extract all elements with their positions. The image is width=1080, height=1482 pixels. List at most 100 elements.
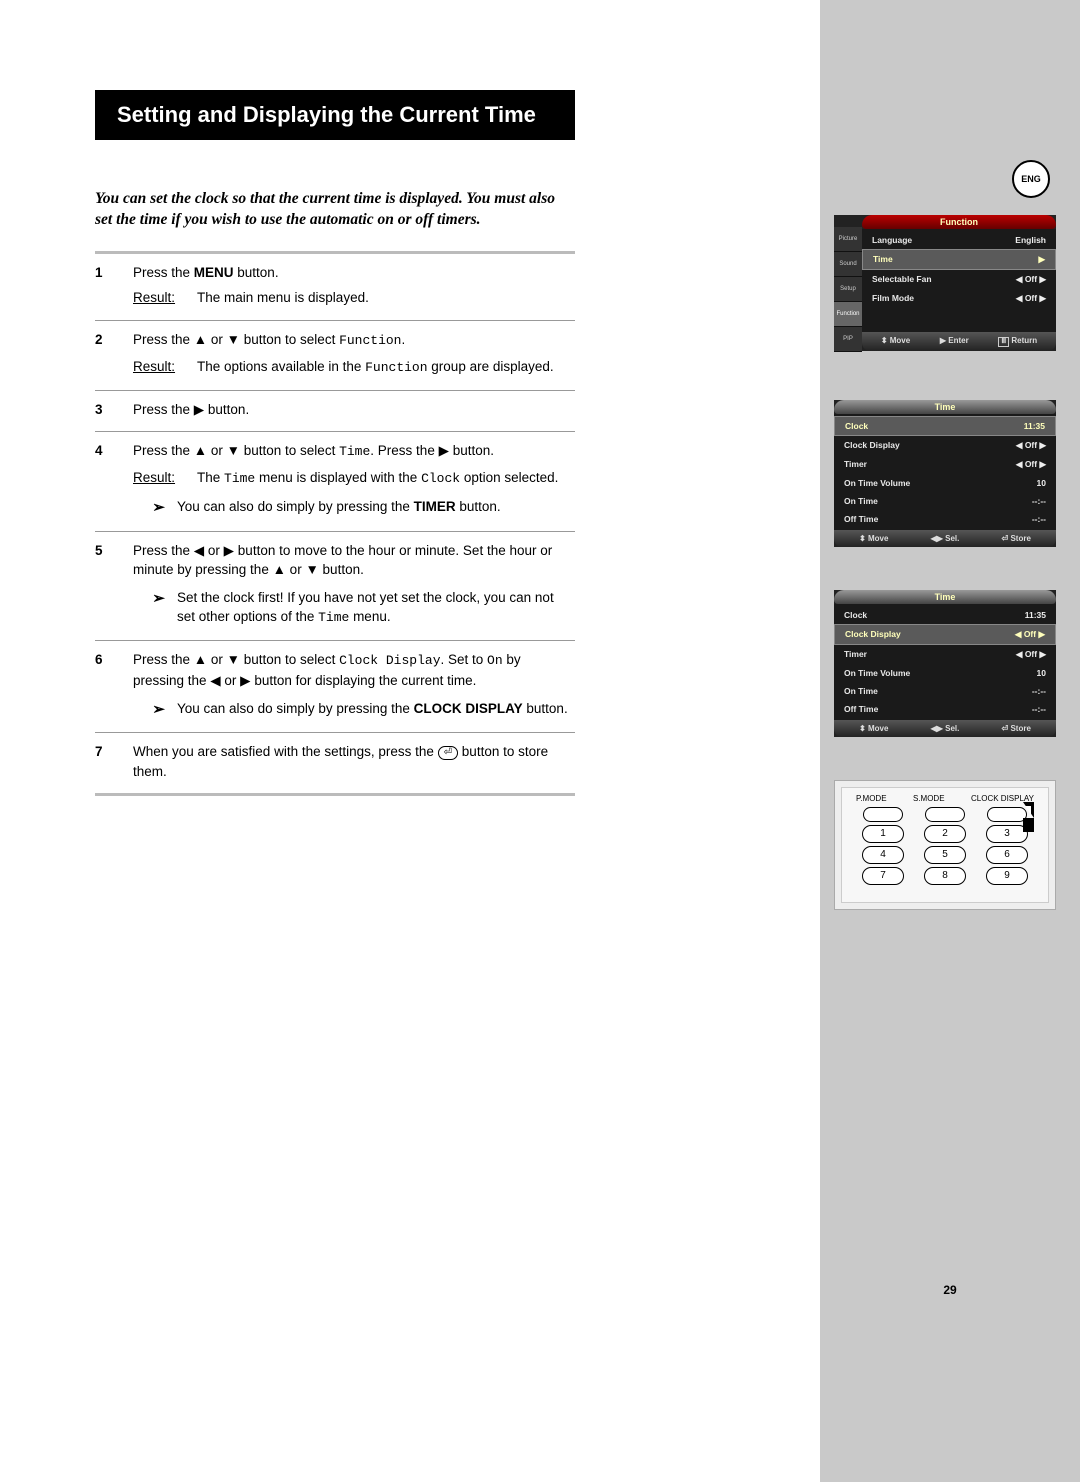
osd-row-film: Film Mode ◀ Off ▶ (862, 289, 1056, 308)
step-number: 4 (95, 441, 125, 518)
osd-tab-sound: Sound (834, 252, 862, 277)
osd-row-label: Clock (845, 421, 868, 431)
mono-text: Function (339, 333, 401, 348)
remote-button-smode[interactable] (925, 807, 965, 822)
updown-icon: ⬍ (859, 534, 866, 543)
mono-text: Function (365, 360, 427, 375)
pointer-wedge-inner (1025, 806, 1031, 815)
result-row: Result: The options available in the Fun… (133, 357, 575, 378)
store-icon: ⏎ (1002, 724, 1009, 733)
osd-row-value: --:-- (1032, 514, 1046, 524)
remote-button-3[interactable]: 3 (986, 825, 1028, 843)
osd-title: Time (834, 400, 1056, 414)
osd-row-clock: Clock 11:35 (834, 606, 1056, 624)
remote-row: 4 5 6 (852, 846, 1038, 864)
result-row: Result: The Time menu is displayed with … (133, 468, 575, 489)
remote-button-4[interactable]: 4 (862, 846, 904, 864)
osd-title: Function (862, 215, 1056, 229)
osd-row-label: Selectable Fan (872, 274, 932, 285)
right-icon: ▶ (940, 336, 946, 345)
osd-footer: ⬍ Move ▶ Enter Ⅲ Return (862, 332, 1056, 351)
osd-footer-move: ⬍ Move (859, 534, 888, 543)
remote-button-pmode[interactable] (863, 807, 903, 822)
osd-footer-sel: ◀▶ Sel. (931, 724, 960, 733)
step-5: 5 Press the ◀ or ▶ button to move to the… (95, 531, 575, 641)
osd-row-value: --:-- (1032, 686, 1046, 696)
store-button-icon: ⏎ (438, 746, 458, 760)
step-body: Press the ▲ or ▼ button to select Clock … (133, 650, 575, 720)
side-panel: ENG Picture Sound Setup Function PIP Fun… (820, 0, 1080, 1482)
result-text: The Time menu is displayed with the Cloc… (197, 468, 575, 489)
remote-illustration: P.MODE S.MODE CLOCK DISPLAY 1 2 3 4 5 (834, 780, 1056, 910)
step-2: 2 Press the ▲ or ▼ button to select Func… (95, 320, 575, 390)
osd-row-value: 11:35 (1025, 610, 1046, 620)
page-number: 29 (820, 1283, 1080, 1297)
remote-labels: P.MODE S.MODE CLOCK DISPLAY (852, 794, 1038, 803)
updown-icon: ⬍ (859, 724, 866, 733)
step-body: Press the ◀ or ▶ button to move to the h… (133, 541, 575, 629)
osd-row-clockdisplay: Clock Display◀ Off ▶ (834, 624, 1056, 645)
remote-row (852, 807, 1038, 822)
osd-row-value: English (1015, 235, 1046, 245)
osd-footer-store: ⏎ Store (1002, 534, 1031, 543)
step-3: 3 Press the ▶ button. (95, 390, 575, 432)
osd-row-clock: Clock 11:35 (834, 416, 1056, 436)
osd-row-value: 10 (1037, 478, 1046, 488)
osd-row-clockdisplay: Clock Display◀ Off ▶ (834, 436, 1056, 455)
osd-footer-return: Ⅲ Return (998, 336, 1037, 347)
osd-body: Clock 11:35 Clock Display◀ Off ▶ Timer ◀ O… (834, 604, 1056, 720)
result-label: Result: (133, 468, 185, 489)
remote-row: 1 2 3 (852, 825, 1038, 843)
step-number: 3 (95, 400, 125, 420)
remote-button-7[interactable]: 7 (862, 867, 904, 885)
osd-row-value: ◀ Off ▶ (1016, 293, 1046, 304)
osd-row-value: 11:35 (1024, 421, 1045, 431)
mono-text: Clock Display (339, 653, 440, 668)
remote-button-9[interactable]: 9 (986, 867, 1028, 885)
osd-time-menu-1: Time Clock11:35 Clock Display◀ Off ▶ Tim… (834, 400, 1056, 547)
step-7: 7 When you are satisfied with the settin… (95, 732, 575, 796)
osd-row-label: Clock (844, 610, 867, 620)
title-block: Setting and Displaying the Current Time (95, 90, 575, 140)
osd-body: LanguageEnglish Time▶ Selectable Fan◀ Of… (862, 229, 1056, 332)
osd-row-label: Film Mode (872, 293, 914, 304)
step-6: 6 Press the ▲ or ▼ button to select Cloc… (95, 640, 575, 732)
step-body: Press the MENU button. Result: The main … (133, 263, 575, 308)
note-text: You can also do simply by pressing the C… (177, 699, 575, 721)
mono-text: Clock (421, 471, 460, 486)
osd-row-label: Clock Display (845, 629, 901, 640)
step-number: 2 (95, 330, 125, 378)
result-label: Result: (133, 357, 185, 378)
remote-button-2[interactable]: 2 (924, 825, 966, 843)
remote-button-6[interactable]: 6 (986, 846, 1028, 864)
note-row: ➢ Set the clock first! If you have not y… (133, 588, 575, 628)
result-text: The options available in the Function gr… (197, 357, 575, 378)
osd-tab-setup: Setup (834, 277, 862, 302)
step-text: Press the ▲ or ▼ button to select Clock … (133, 650, 575, 690)
leftright-icon: ◀▶ (931, 534, 943, 543)
osd-row-volume: On Time Volume10 (834, 664, 1056, 682)
intro-text: You can set the clock so that the curren… (95, 188, 575, 231)
osd-footer-store: ⏎ Store (1002, 724, 1031, 733)
step-text: Press the ▲ or ▼ button to select Time. … (133, 441, 575, 462)
note-arrow-icon: ➢ (133, 497, 163, 519)
result-label: Result: (133, 288, 185, 308)
remote-button-1[interactable]: 1 (862, 825, 904, 843)
osd-function-menu: Picture Sound Setup Function PIP Functio… (834, 215, 1056, 351)
page-title: Setting and Displaying the Current Time (97, 92, 573, 138)
remote-button-clockdisplay[interactable] (987, 807, 1027, 822)
osd-row-label: Timer (844, 649, 867, 660)
remote-button-8[interactable]: 8 (924, 867, 966, 885)
note-row: ➢ You can also do simply by pressing the… (133, 497, 575, 519)
remote-button-5[interactable]: 5 (924, 846, 966, 864)
osd-row-label: On Time Volume (844, 668, 910, 678)
step-text: Press the ▲ or ▼ button to select Functi… (133, 330, 575, 351)
step-body: Press the ▶ button. (133, 400, 575, 420)
mono-text: Time (339, 444, 370, 459)
osd-row-value: --:-- (1032, 496, 1046, 506)
osd-row-label: Clock Display (844, 440, 900, 451)
osd-row-label: Language (872, 235, 912, 245)
osd-row-value: ◀ Off ▶ (1016, 459, 1046, 470)
mono-text: Time (224, 471, 255, 486)
osd-row-value: ◀ Off ▶ (1016, 649, 1046, 660)
